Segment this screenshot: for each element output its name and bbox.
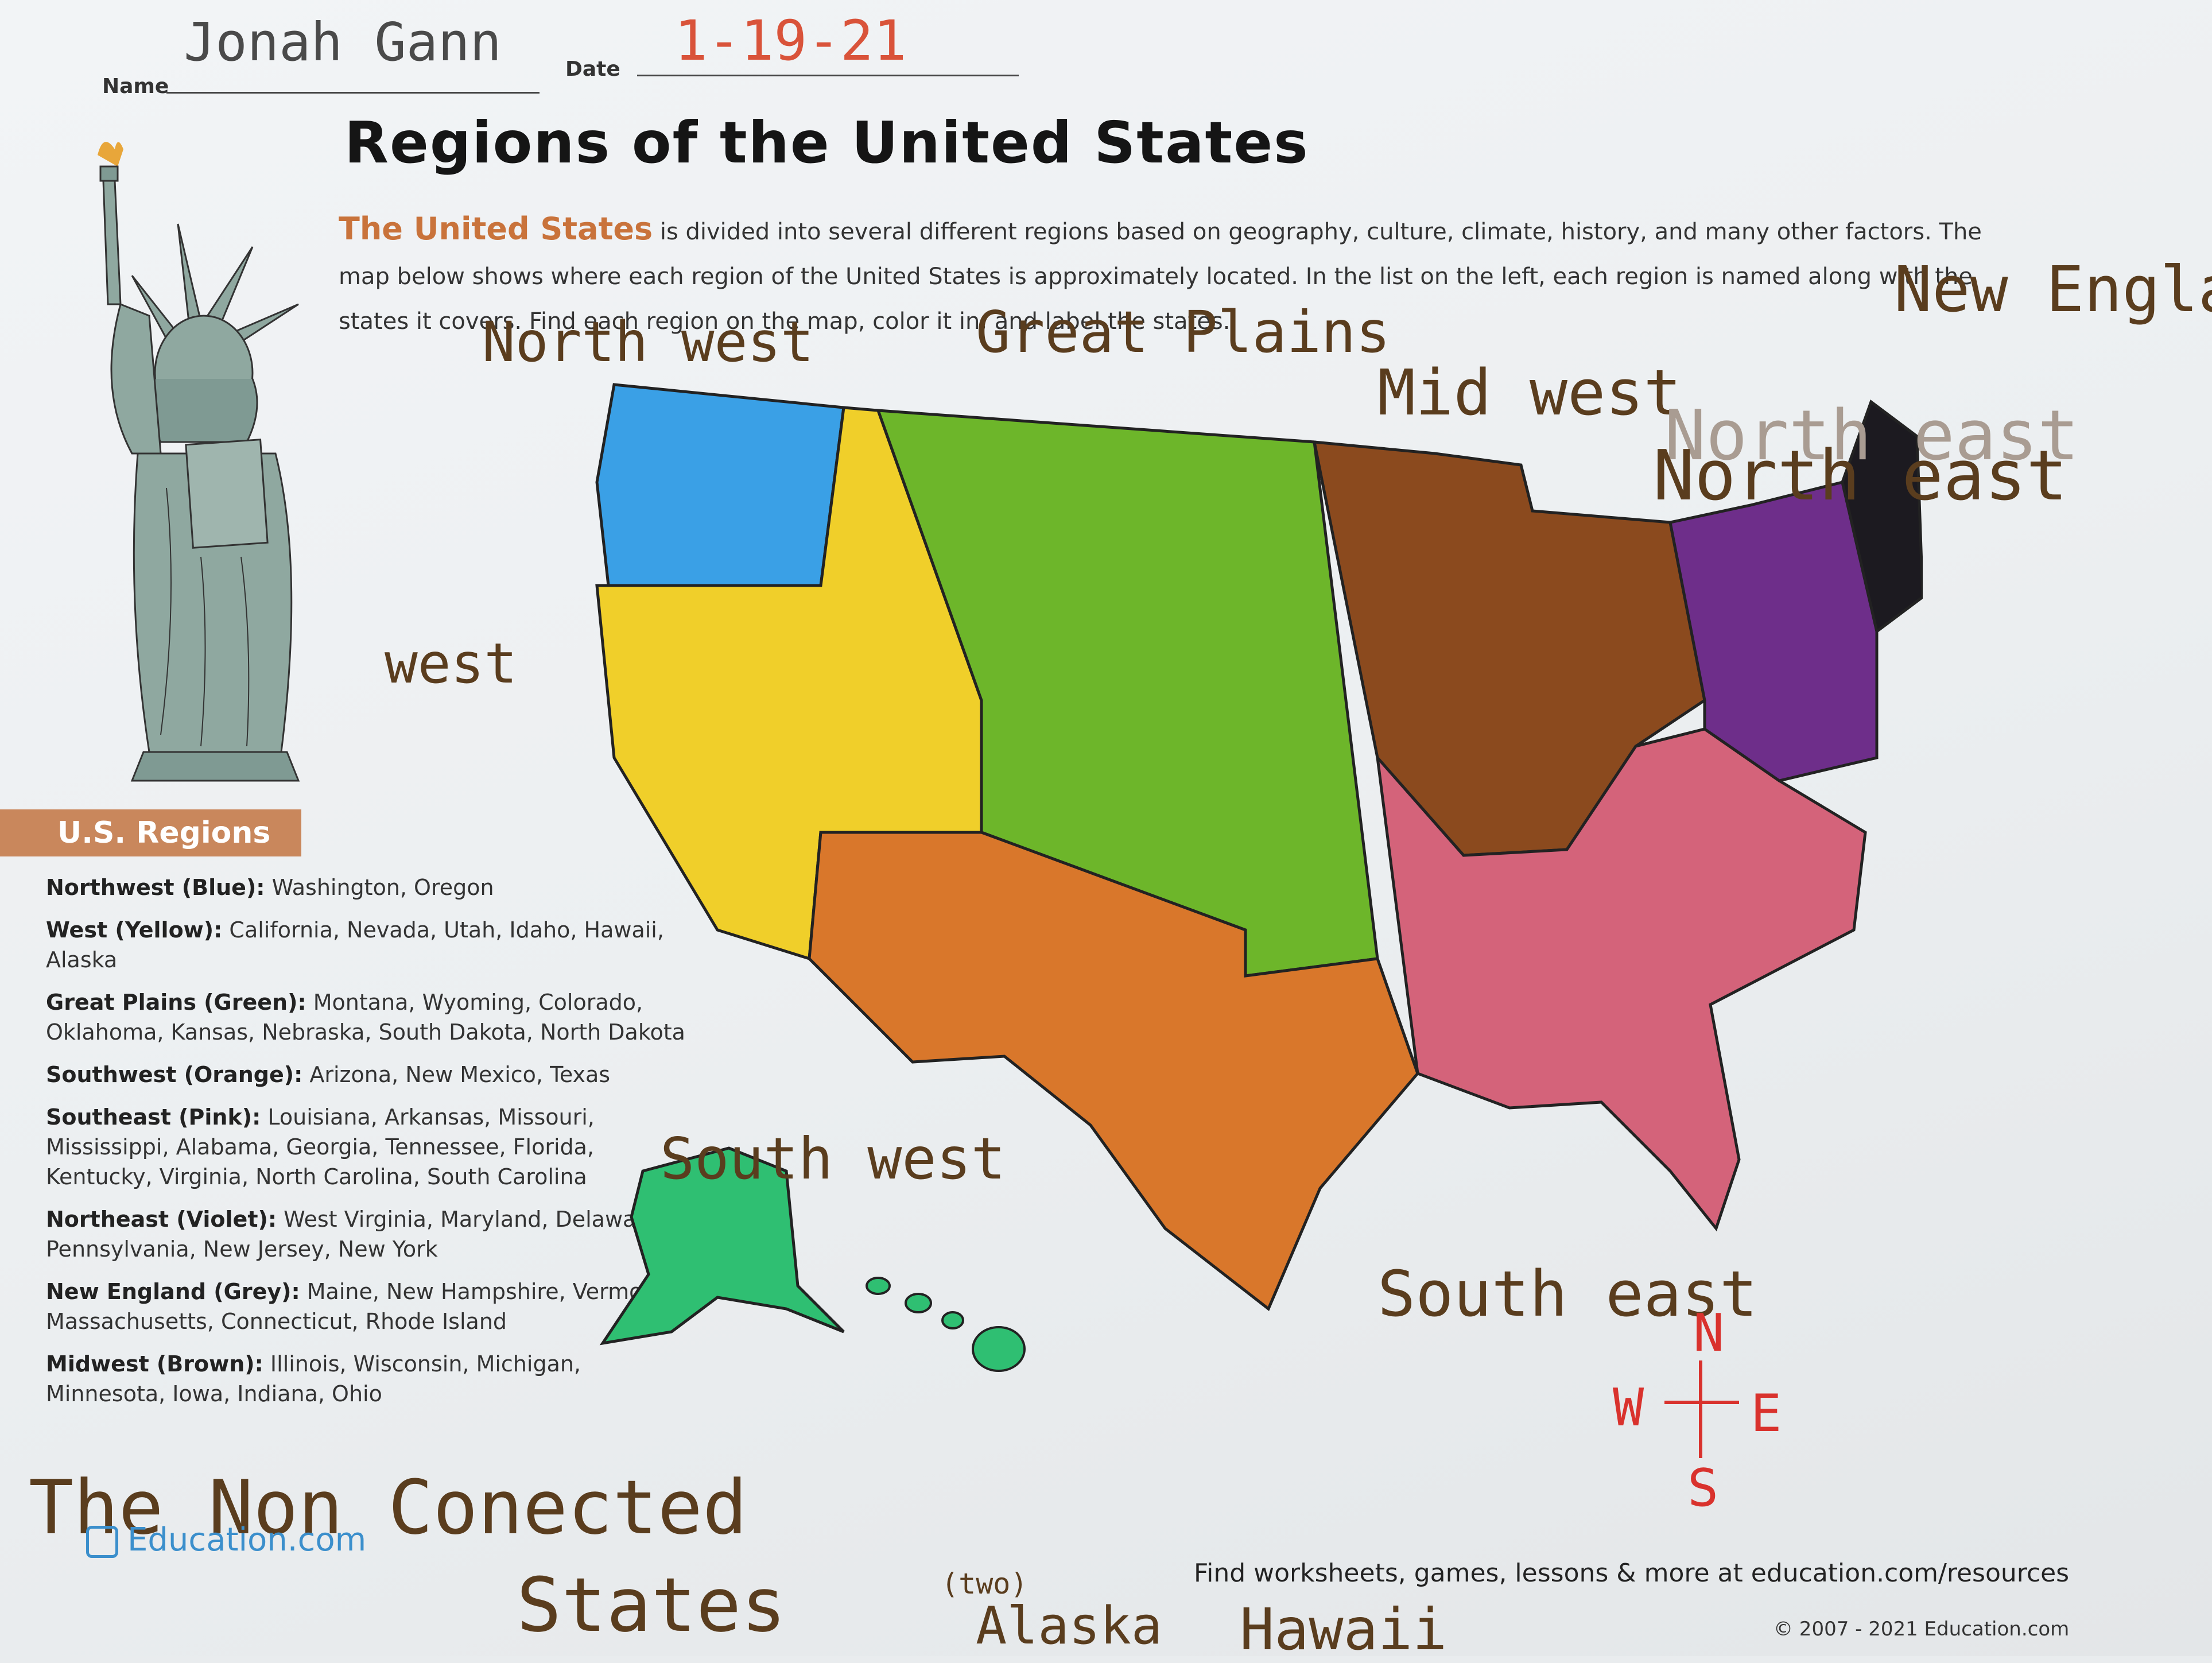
footer-resources: Find worksheets, games, lessons & more a…: [1194, 1559, 2070, 1588]
compass-w: W: [1613, 1378, 1644, 1438]
hand-mid-west: Mid west: [1377, 356, 1682, 429]
compass-horizontal-line: [1664, 1401, 1739, 1404]
region-northwest: [595, 383, 845, 587]
statue-of-liberty-icon: [98, 142, 300, 782]
hand-west: west: [385, 631, 518, 696]
compass-n: N: [1693, 1303, 1725, 1363]
page-title: Regions of the United States: [344, 109, 1309, 176]
hand-great-plains: Great Plains: [976, 299, 1391, 366]
name-label: Name: [102, 75, 169, 98]
date-label: Date: [565, 57, 620, 81]
name-line: [166, 92, 540, 94]
intro-lead: The United States: [339, 211, 653, 247]
hand-hawaii: Hawaii: [1240, 1596, 1447, 1663]
worksheet-page: Name Jonah Gann Date 1-19-21 Regions of …: [0, 0, 2212, 1663]
hand-alaska: Alaska: [976, 1596, 1163, 1656]
hand-new-england: New England: [1894, 253, 2212, 326]
education-logo-icon: [86, 1525, 118, 1558]
compass-s: S: [1687, 1458, 1719, 1518]
hand-states: States: [517, 1561, 786, 1649]
name-value: Jonah Gann: [184, 11, 502, 73]
compass-vertical-line: [1699, 1360, 1702, 1458]
region-hawaii: [866, 1277, 1026, 1372]
regions-banner: U.S. Regions: [0, 809, 301, 856]
footer-copyright: © 2007 - 2021 Education.com: [1774, 1618, 2070, 1641]
date-value: 1-19-21: [674, 9, 907, 73]
hand-north-west: North west: [482, 310, 814, 374]
compass-e: E: [1751, 1383, 1782, 1444]
hand-south-west: South west: [660, 1125, 1006, 1192]
education-logo: Education.com: [86, 1521, 366, 1559]
date-line: [637, 75, 1019, 76]
hand-north-east: North east: [1653, 436, 2068, 516]
